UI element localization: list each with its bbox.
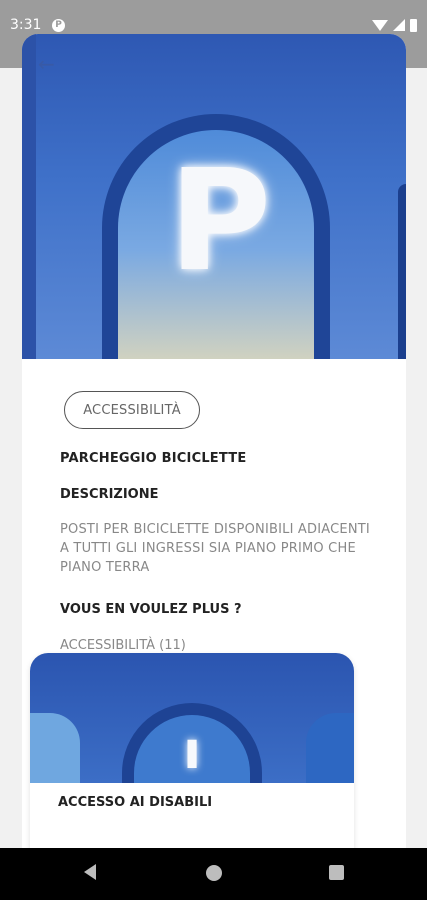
status-time: 3:31 xyxy=(10,17,42,33)
more-category-link[interactable]: ACCESSIBILITÀ (11) xyxy=(60,638,186,653)
battery-icon xyxy=(410,18,417,32)
status-icons xyxy=(372,18,417,32)
category-chip[interactable]: ACCESSIBILITÀ xyxy=(64,391,200,429)
wifi-icon xyxy=(372,19,388,31)
signal-icon xyxy=(393,19,405,31)
arrow-left-icon[interactable]: ← xyxy=(38,52,55,76)
app-notification-icon: P xyxy=(52,19,65,32)
parking-cloud-letter: P xyxy=(168,140,272,303)
more-label: VOUS EN VOULEZ PLUS ? xyxy=(60,602,242,617)
page-title: PARCHEGGIO BICICLETTE xyxy=(60,451,247,466)
card-sky-left xyxy=(30,713,80,783)
nav-back-icon[interactable] xyxy=(84,864,96,880)
related-card[interactable]: ı ACCESSO AI DISABILI xyxy=(30,653,354,853)
hero-image: P ← xyxy=(22,34,406,359)
system-nav-bar xyxy=(0,848,427,900)
nav-home-icon[interactable] xyxy=(206,865,222,881)
nav-recents-icon[interactable] xyxy=(329,865,344,880)
description-label: DESCRIZIONE xyxy=(60,487,159,502)
card-sky-right xyxy=(306,713,354,783)
related-card-image: ı xyxy=(30,653,354,783)
related-card-title: ACCESSO AI DISABILI xyxy=(58,795,213,810)
hero-arch-right xyxy=(398,184,406,359)
info-icon: ı xyxy=(183,721,201,781)
description-text: POSTI PER BICICLETTE DISPONIBILI ADIACEN… xyxy=(60,522,370,575)
hero-wall xyxy=(22,34,36,359)
